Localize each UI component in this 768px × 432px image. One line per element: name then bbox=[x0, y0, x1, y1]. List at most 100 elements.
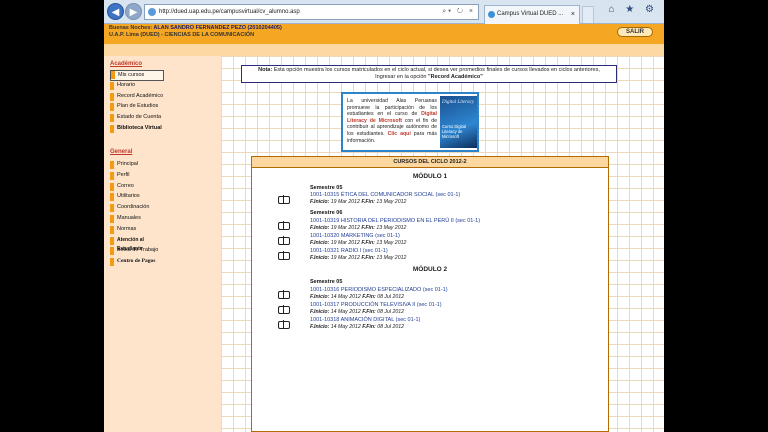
book-icon[interactable] bbox=[278, 320, 291, 329]
sidebar-item-label: Principal bbox=[117, 161, 139, 167]
greeting-prefix: Buenas Noches: bbox=[109, 25, 154, 31]
end-label: F.Fin: bbox=[361, 225, 375, 231]
sidebar-item-centro-de-pagos[interactable]: Centro de Pagos bbox=[110, 257, 166, 268]
module-2-semester-05: Semestre 05 bbox=[310, 279, 343, 285]
sidebar-item-bolsa-de-trabajo[interactable]: Bolsa de Trabajo bbox=[110, 246, 166, 257]
promo-image-subtitle: Curso Digital Literacy de Microsoft bbox=[442, 124, 466, 139]
sidebar-item-principal[interactable]: Principal bbox=[110, 160, 166, 171]
logout-button[interactable]: SALIR bbox=[617, 27, 653, 37]
course-end: 08 Jul 2012 bbox=[377, 294, 405, 300]
book-icon[interactable] bbox=[278, 290, 291, 299]
book-icon[interactable] bbox=[278, 221, 291, 230]
courses-panel: CURSOS DEL CICLO 2012-2 MÓDULO 1 Semestr… bbox=[251, 156, 609, 432]
course-end: 13 May 2012 bbox=[376, 255, 407, 261]
course-item[interactable]: 1001-10319 HISTORIA DEL PERIODISMO EN EL… bbox=[310, 218, 570, 232]
sidebar-item-label: Horario bbox=[117, 81, 136, 88]
module-2-title: MÓDULO 2 bbox=[412, 266, 448, 273]
start-label: F.Inicio: bbox=[310, 324, 330, 330]
sidebar-item-label: Estado de Cuenta bbox=[117, 114, 162, 121]
course-title[interactable]: 1001-10315 ÉTICA DEL COMUNICADOR SOCIAL bbox=[310, 192, 434, 198]
end-label: F.Fin: bbox=[361, 240, 375, 246]
bullet-bar-icon bbox=[110, 124, 114, 133]
course-title[interactable]: 1001-10321 RADIO I bbox=[310, 248, 361, 254]
bullet-bar-icon bbox=[110, 114, 114, 123]
start-label: F.Inicio: bbox=[310, 255, 330, 261]
course-item[interactable]: 1001-10321 RADIO I (sec 01-1) F.Inicio: … bbox=[310, 248, 570, 262]
sidebar-item-estado-de-cuenta[interactable]: Estado de Cuenta bbox=[110, 113, 166, 124]
end-label: F.Fin: bbox=[362, 294, 376, 300]
module-1-semester-05: Semestre 05 bbox=[310, 185, 343, 191]
sidebar: Académico Mis cursos Horario Record Acad… bbox=[104, 56, 221, 432]
sidebar-item-label: Perfil bbox=[117, 171, 130, 178]
start-label: F.Inicio: bbox=[310, 309, 330, 315]
sidebar-item-atencion-estudiante[interactable]: Atención al Estudiante bbox=[110, 236, 166, 252]
sidebar-item-record-academico[interactable]: Record Académico bbox=[110, 92, 166, 103]
module-1-title: MÓDULO 1 bbox=[412, 173, 448, 180]
nota-line1: Esta opción muestra los cursos matricula… bbox=[272, 67, 600, 73]
record-academico-link[interactable]: "Record Académico" bbox=[428, 74, 483, 80]
bullet-bar-icon bbox=[110, 236, 114, 245]
course-start: 19 Mar 2012 bbox=[330, 255, 360, 261]
nota-label: Nota: bbox=[258, 67, 273, 73]
course-title[interactable]: 1001-10316 PERIODISMO ESPECIALIZADO bbox=[310, 287, 421, 293]
course-section: (sec 01-1) bbox=[422, 287, 448, 293]
end-label: F.Fin: bbox=[362, 309, 376, 315]
browser-tab[interactable]: Campus Virtual DUED ... × bbox=[484, 5, 580, 24]
back-arrow-icon: ◀ bbox=[111, 7, 120, 18]
course-end: 13 May 2012 bbox=[376, 240, 407, 246]
bullet-bar-icon bbox=[110, 193, 114, 202]
user-name: ALAN SANDRO FERNANDEZ PEZO (2010204405) bbox=[153, 25, 282, 31]
home-favorites-tools-icons[interactable]: ⌂ ★ ⚙ bbox=[608, 4, 658, 15]
course-item[interactable]: 1001-10318 ANIMACIÓN DIGITAL (sec 01-1) … bbox=[310, 317, 570, 331]
tab-title: Campus Virtual DUED ... bbox=[497, 11, 564, 17]
bullet-bar-icon bbox=[110, 258, 114, 267]
course-title[interactable]: 1001-10317 PRODUCCIÓN TELEVISIVA II bbox=[310, 302, 415, 308]
book-icon[interactable] bbox=[278, 195, 291, 204]
book-icon[interactable] bbox=[278, 251, 291, 260]
sidebar-item-plan-de-estudios[interactable]: Plan de Estudios bbox=[110, 102, 166, 113]
tab-close-icon[interactable]: × bbox=[571, 6, 575, 23]
browser-window: ◀ ▶ http://dued.uap.edu.pe/campusvirtual… bbox=[104, 0, 664, 432]
bullet-bar-icon bbox=[110, 92, 114, 101]
sidebar-item-biblioteca-virtual[interactable]: Biblioteca Virtual bbox=[110, 124, 166, 135]
sidebar-academic-title[interactable]: Académico bbox=[110, 61, 142, 67]
course-title[interactable]: 1001-10320 MARKETING bbox=[310, 233, 374, 239]
course-item[interactable]: 1001-10317 PRODUCCIÓN TELEVISIVA II (sec… bbox=[310, 302, 570, 316]
course-title[interactable]: 1001-10318 ANIMACIÓN DIGITAL bbox=[310, 317, 394, 323]
forward-button[interactable]: ▶ bbox=[125, 3, 142, 20]
courses-panel-title: CURSOS DEL CICLO 2012-2 bbox=[252, 157, 608, 168]
general-menu: Principal Perfil Correo Utilitarios Coor… bbox=[110, 160, 166, 268]
course-start: 19 Mar 2012 bbox=[330, 240, 360, 246]
course-item[interactable]: 1001-10315 ÉTICA DEL COMUNICADOR SOCIAL … bbox=[310, 192, 570, 206]
course-start: 14 May 2012 bbox=[330, 309, 361, 315]
course-item[interactable]: 1001-10320 MARKETING (sec 01-1) F.Inicio… bbox=[310, 233, 570, 247]
bullet-bar-icon bbox=[110, 247, 114, 256]
digital-literacy-image[interactable]: Digital Literacy Curso Digital Literacy … bbox=[440, 96, 477, 148]
sidebar-item-normas[interactable]: Normas bbox=[110, 225, 166, 236]
sidebar-item-correo[interactable]: Correo bbox=[110, 182, 166, 193]
course-section: (sec 01-1) bbox=[416, 302, 442, 308]
course-title[interactable]: 1001-10319 HISTORIA DEL PERIODISMO EN EL… bbox=[310, 218, 454, 224]
sidebar-item-mis-cursos[interactable]: Mis cursos bbox=[110, 70, 164, 81]
digital-literacy-promo: La universidad Alas Peruanas promueve la… bbox=[341, 92, 479, 152]
sidebar-item-coordinacion[interactable]: Coordinación bbox=[110, 203, 166, 214]
bullet-bar-icon bbox=[110, 103, 114, 112]
promo-click-here-link[interactable]: Clic aquí bbox=[388, 131, 411, 137]
sidebar-general-title[interactable]: General bbox=[110, 149, 132, 155]
book-icon[interactable] bbox=[278, 236, 291, 245]
address-bar[interactable]: http://dued.uap.edu.pe/campusvirtual/cv_… bbox=[144, 4, 479, 20]
nota-box: Nota: Esta opción muestra los cursos mat… bbox=[241, 65, 617, 83]
course-section: (sec 01-1) bbox=[455, 218, 481, 224]
bullet-bar-icon bbox=[110, 204, 114, 213]
address-bar-icons[interactable]: ⌕▾ ↻ × bbox=[442, 5, 475, 19]
course-item[interactable]: 1001-10316 PERIODISMO ESPECIALIZADO (sec… bbox=[310, 287, 570, 301]
sidebar-item-perfil[interactable]: Perfil bbox=[110, 171, 166, 182]
sidebar-item-horario[interactable]: Horario bbox=[110, 81, 166, 92]
sidebar-item-manuales[interactable]: Manuales bbox=[110, 214, 166, 225]
course-end: 13 May 2012 bbox=[376, 199, 407, 205]
sidebar-item-utilitarios[interactable]: Utilitarios bbox=[110, 192, 166, 203]
bullet-bar-icon bbox=[110, 182, 114, 191]
back-button[interactable]: ◀ bbox=[107, 3, 124, 20]
new-tab-button[interactable] bbox=[582, 6, 594, 23]
book-icon[interactable] bbox=[278, 305, 291, 314]
